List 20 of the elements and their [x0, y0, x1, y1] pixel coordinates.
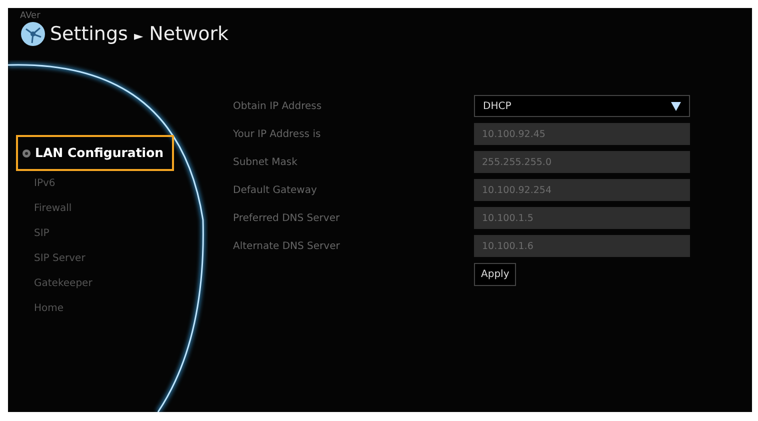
- globe-icon: [20, 21, 46, 47]
- menu-item[interactable]: Home: [16, 296, 66, 321]
- field-label: Alternate DNS Server: [233, 240, 341, 254]
- menu-item[interactable]: SIP Server: [16, 246, 88, 271]
- page-title: Settings ► Network: [50, 24, 229, 44]
- apply-button[interactable]: Apply: [474, 263, 516, 286]
- dropdown-field[interactable]: DHCP: [474, 95, 690, 117]
- menu-item[interactable]: Gatekeeper: [16, 271, 94, 296]
- menu-item[interactable]: LAN Configuration: [16, 135, 174, 171]
- field-label: Subnet Mask: [233, 156, 298, 170]
- bullet-icon: [22, 148, 31, 158]
- menu-item[interactable]: SIP: [16, 221, 52, 246]
- field-label: Obtain IP Address: [233, 100, 323, 114]
- menu-item[interactable]: Firewall: [16, 196, 74, 221]
- field-label: Your IP Address is: [233, 128, 322, 142]
- brand-label: AVer: [20, 12, 42, 21]
- field-label: Default Gateway: [233, 184, 318, 198]
- dropdown-arrow-icon: [671, 102, 681, 110]
- field-label: Preferred DNS Server: [233, 212, 341, 226]
- menu-item[interactable]: IPv6: [16, 171, 58, 196]
